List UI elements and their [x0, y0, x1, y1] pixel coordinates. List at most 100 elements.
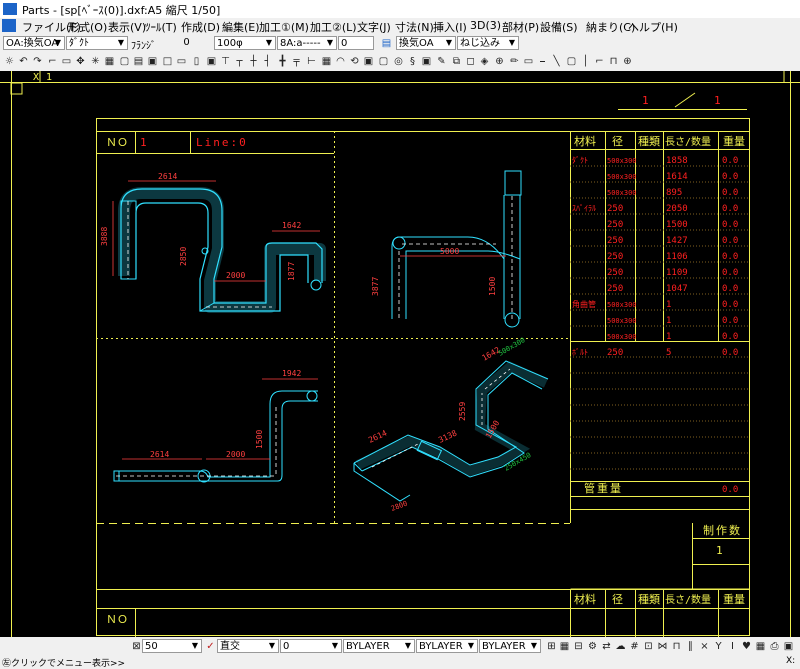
y-axis-icon[interactable]: Y — [712, 640, 725, 653]
check-icon[interactable]: ✓ — [204, 640, 217, 653]
pen-icon[interactable]: ✎ — [435, 55, 448, 68]
cross-icon[interactable]: ┼ — [247, 55, 260, 68]
grid2-icon[interactable]: ▦ — [320, 55, 333, 68]
menu-format[interactable]: 形式(O) — [68, 19, 107, 35]
layers-icon[interactable]: ⧉ — [450, 55, 463, 68]
drawing-canvas[interactable]: X 1 1 1 ＮＯ 1 Line:0 材料 径 種類 長さ/数量 重量 ﾀﾞｸ… — [0, 71, 800, 637]
trim-icon[interactable]: ┤ — [261, 55, 274, 68]
box-icon[interactable]: ▣ — [146, 55, 159, 68]
layer-icon[interactable]: ▤ — [380, 37, 393, 50]
side-view[interactable]: 5000 3877 1500 — [371, 170, 522, 328]
menu-equipment[interactable]: 設備(S) — [540, 19, 578, 35]
menu-3d[interactable]: 3D(3) — [470, 19, 501, 32]
close-x-icon[interactable]: × — [698, 640, 711, 653]
crossing-icon[interactable]: ⋈ — [656, 640, 669, 653]
diamond-icon[interactable]: ◈ — [478, 55, 491, 68]
step-icon[interactable]: ⌐ — [593, 55, 606, 68]
connection-combo[interactable]: ねじ込み ▼ — [457, 36, 519, 50]
menu-dimension[interactable]: 寸法(N) — [395, 19, 434, 35]
rect3-icon[interactable]: ▯ — [190, 55, 203, 68]
rotate-icon[interactable]: ⟲ — [348, 55, 361, 68]
settings-icon[interactable]: ⚙ — [586, 640, 599, 653]
heart-icon[interactable]: ♥ — [740, 640, 753, 653]
table-snap-icon[interactable]: ▦ — [754, 640, 767, 653]
rect2-icon[interactable]: ▭ — [175, 55, 188, 68]
ortho-icon[interactable]: ⊟ — [572, 640, 585, 653]
box5-icon[interactable]: ▢ — [565, 55, 578, 68]
menu-process2[interactable]: 加工②(L) — [310, 19, 357, 35]
document-icon[interactable] — [2, 19, 16, 32]
layer3-combo[interactable]: BYLAYER ▼ — [479, 639, 541, 653]
grid-icon[interactable]: ▦ — [103, 55, 116, 68]
scale-combo[interactable]: 50 ▼ — [142, 639, 202, 653]
rect4-icon[interactable]: ▭ — [522, 55, 535, 68]
menu-process1[interactable]: 加工①(M) — [259, 19, 309, 35]
use-combo[interactable]: 換気OA ▼ — [396, 36, 456, 50]
menu-create[interactable]: 作成(D) — [181, 19, 220, 35]
menu-tool[interactable]: ﾂｰﾙ(T) — [145, 19, 177, 35]
rect-icon[interactable]: □ — [161, 55, 174, 68]
frame-icon[interactable]: ▢ — [118, 55, 131, 68]
iso-view[interactable]: 2614 3138 2559 1500 1642 500x300 250x450… — [353, 336, 549, 513]
lock-icon[interactable]: ⊓ — [670, 640, 683, 653]
system-combo[interactable]: OA:換気OA ▼ — [3, 36, 65, 50]
mode-combo[interactable]: 直交 ▼ — [217, 639, 279, 653]
box2-icon[interactable]: ▣ — [205, 55, 218, 68]
parallel-icon[interactable]: ∥ — [684, 640, 697, 653]
linetype-combo[interactable]: 8A:a----- ▼ — [277, 36, 337, 50]
box4-icon[interactable]: ▣ — [420, 55, 433, 68]
layer1-combo[interactable]: BYLAYER ▼ — [343, 639, 415, 653]
plan-view[interactable]: 2614 2000 1942 1500 — [113, 369, 318, 483]
grid-snap-icon[interactable]: ▦ — [558, 640, 571, 653]
offset-field[interactable]: 0 — [158, 36, 213, 50]
line-icon[interactable]: ┬ — [233, 55, 246, 68]
menu-edit[interactable]: 編集(E) — [222, 19, 260, 35]
is-icon[interactable]: I — [726, 640, 739, 653]
tee-icon[interactable]: ⊤ — [219, 55, 232, 68]
connector-icon[interactable]: ⊓ — [607, 55, 620, 68]
vertical-icon[interactable]: │ — [579, 55, 592, 68]
arc-icon[interactable]: ◠ — [334, 55, 347, 68]
move-icon[interactable]: ✥ — [74, 55, 87, 68]
drawing-sheet[interactable]: X 1 1 1 ＮＯ 1 Line:0 材料 径 種類 長さ/数量 重量 ﾀﾞｸ… — [0, 71, 800, 637]
ladder-icon[interactable]: ╤ — [290, 55, 303, 68]
pencil-icon[interactable]: ✏ — [508, 55, 521, 68]
box3-icon[interactable]: ▣ — [362, 55, 375, 68]
zoom-icon[interactable]: ⊕ — [621, 55, 634, 68]
menu-help[interactable]: ヘルプ(H) — [628, 19, 678, 35]
diagonal-icon[interactable]: ╲ — [550, 55, 563, 68]
frame-snap-icon[interactable]: ⊡ — [642, 640, 655, 653]
star-icon[interactable]: ✳ — [89, 55, 102, 68]
menu-insert[interactable]: 挿入(I) — [433, 19, 467, 35]
sun-icon[interactable]: ☼ — [3, 55, 16, 68]
copy-icon[interactable]: ▭ — [60, 55, 73, 68]
front-view[interactable]: 2614 3888 2850 2000 1642 1877 — [100, 172, 326, 313]
circle-icon[interactable]: ◎ — [392, 55, 405, 68]
monitor-icon[interactable]: ▣ — [782, 640, 795, 653]
undo-icon[interactable]: ↶ — [17, 55, 30, 68]
square-icon[interactable]: ◻ — [464, 55, 477, 68]
redo-icon[interactable]: ↷ — [31, 55, 44, 68]
hash-icon[interactable]: # — [628, 640, 641, 653]
home-icon[interactable] — [10, 82, 23, 95]
frame2-icon[interactable]: ▢ — [377, 55, 390, 68]
dash-icon[interactable]: ⎯ — [536, 55, 549, 68]
corner-icon[interactable]: ⌐ — [46, 55, 59, 68]
menu-view[interactable]: 表示(V) — [108, 19, 146, 35]
menu-parts[interactable]: 部材(P) — [502, 19, 539, 35]
value-combo[interactable]: 0 ▼ — [280, 639, 342, 653]
size-combo[interactable]: 100φ ▼ — [214, 36, 276, 50]
target-icon[interactable]: ⊕ — [493, 55, 506, 68]
snap-icon[interactable]: ⊞ — [545, 640, 558, 653]
shape-combo[interactable]: ﾀﾞｸﾄ ▼ — [66, 36, 128, 50]
table-icon[interactable]: ▤ — [132, 55, 145, 68]
dimension-icon[interactable]: ⊢ — [305, 55, 318, 68]
layer2-combo[interactable]: BYLAYER ▼ — [416, 639, 478, 653]
menu-text[interactable]: 文字(J) — [357, 19, 391, 35]
elevation-field[interactable]: 0 — [338, 36, 374, 50]
flip-icon[interactable]: ⇄ — [600, 640, 613, 653]
sec-icon[interactable]: § — [406, 55, 419, 68]
sky-icon[interactable]: ☁ — [614, 640, 627, 653]
print-icon[interactable]: ⎙ — [768, 640, 781, 653]
join-icon[interactable]: ╋ — [276, 55, 289, 68]
